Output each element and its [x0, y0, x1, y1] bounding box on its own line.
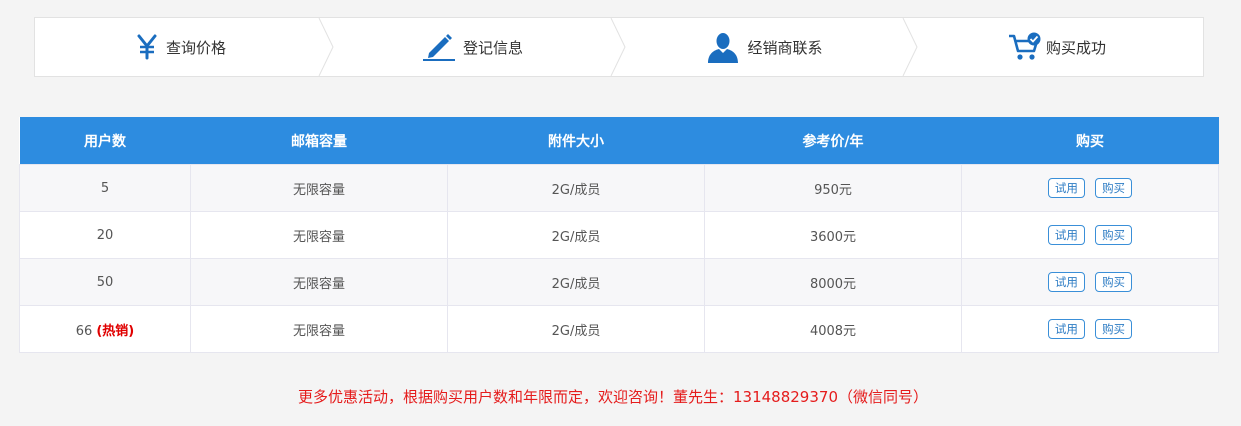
yen-icon: [136, 34, 158, 60]
cell-users: 50: [19, 258, 191, 306]
cell-attachment: 2G/成员: [447, 258, 705, 306]
step-dealer-contact: 经销商联系: [619, 18, 918, 76]
trial-button[interactable]: 试用: [1047, 272, 1085, 292]
cell-users: 5: [19, 164, 191, 212]
person-icon: [707, 31, 739, 63]
trial-button[interactable]: 试用: [1047, 178, 1085, 198]
trial-button[interactable]: 试用: [1047, 225, 1085, 245]
cell-attachment: 2G/成员: [447, 211, 705, 259]
step-query-price: 查询价格: [35, 18, 334, 76]
cell-actions: 试用 购买: [961, 164, 1219, 212]
table-header-row: 用户数 邮箱容量 附件大小 参考价/年 购买: [19, 117, 1219, 165]
cell-users: 66 (热销): [19, 305, 191, 353]
buy-button[interactable]: 购买: [1095, 272, 1133, 292]
buy-button[interactable]: 购买: [1095, 319, 1133, 339]
step-label: 购买成功: [1045, 38, 1106, 57]
cell-attachment: 2G/成员: [447, 164, 705, 212]
trial-button[interactable]: 试用: [1047, 319, 1085, 339]
buy-button[interactable]: 购买: [1095, 225, 1133, 245]
cell-capacity: 无限容量: [190, 305, 448, 353]
progress-steps: 查询价格 登记信息 经销商联系 购买成功: [34, 17, 1204, 77]
cell-price: 4008元: [704, 305, 962, 353]
cell-price: 950元: [704, 164, 962, 212]
cell-price: 8000元: [704, 258, 962, 306]
header-attachment: 附件大小: [447, 117, 705, 165]
header-capacity: 邮箱容量: [190, 117, 448, 165]
table-row: 66 (热销) 无限容量 2G/成员 4008元 试用 购买: [19, 305, 1219, 353]
cell-actions: 试用 购买: [961, 305, 1219, 353]
pricing-table: 用户数 邮箱容量 附件大小 参考价/年 购买 5 无限容量 2G/成员 950元…: [19, 117, 1219, 353]
cell-price: 3600元: [704, 211, 962, 259]
step-separator: [610, 18, 626, 76]
step-purchase-success: 购买成功: [911, 18, 1203, 76]
header-buy: 购买: [961, 117, 1219, 165]
step-separator: [318, 18, 334, 76]
hot-badge: (热销): [96, 323, 135, 339]
cart-check-icon: [1008, 32, 1042, 62]
table-row: 50 无限容量 2G/成员 8000元 试用 购买: [19, 258, 1219, 306]
cell-actions: 试用 购买: [961, 211, 1219, 259]
table-row: 20 无限容量 2G/成员 3600元 试用 购买: [19, 211, 1219, 259]
cell-actions: 试用 购买: [961, 258, 1219, 306]
pen-icon: [422, 33, 455, 61]
promo-note: 更多优惠活动，根据购买用户数和年限而定，欢迎咨询！董先生：13148829370…: [298, 388, 928, 406]
cell-capacity: 无限容量: [190, 211, 448, 259]
step-label: 查询价格: [165, 38, 226, 57]
cell-capacity: 无限容量: [190, 258, 448, 306]
cell-attachment: 2G/成员: [447, 305, 705, 353]
cell-capacity: 无限容量: [190, 164, 448, 212]
step-label: 登记信息: [462, 38, 523, 57]
step-register-info: 登记信息: [327, 18, 626, 76]
header-price: 参考价/年: [704, 117, 962, 165]
step-label: 经销商联系: [747, 38, 823, 57]
step-separator: [902, 18, 918, 76]
buy-button[interactable]: 购买: [1095, 178, 1133, 198]
header-users: 用户数: [19, 117, 191, 165]
table-row: 5 无限容量 2G/成员 950元 试用 购买: [19, 164, 1219, 212]
cell-users: 20: [19, 211, 191, 259]
